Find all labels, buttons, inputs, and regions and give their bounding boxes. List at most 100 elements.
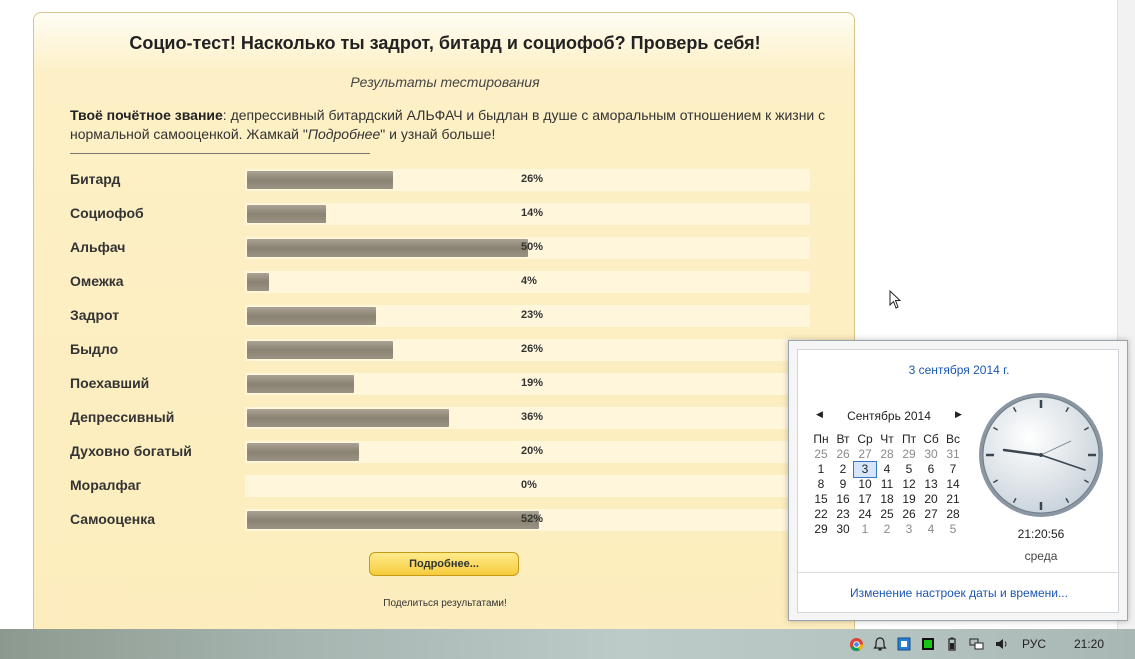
result-label: Задрот (70, 307, 120, 323)
calendar-day[interactable]: 24 (854, 507, 876, 522)
chrome-icon[interactable] (849, 637, 864, 652)
calendar-day[interactable]: 30 (832, 522, 854, 537)
calendar-day[interactable]: 14 (942, 477, 964, 492)
result-row: Самооценка 52% (70, 509, 810, 531)
weekday-name: Ср (857, 432, 873, 446)
calendar-day[interactable]: 4 (876, 462, 898, 477)
result-percent: 50% (521, 241, 544, 253)
calendar-day[interactable]: 2 (832, 462, 854, 477)
calendar-day-today[interactable]: 3 (853, 461, 877, 478)
result-label: Духовно богатый (70, 443, 192, 459)
calendar-day[interactable]: 27 (854, 447, 876, 462)
share-text[interactable]: Поделиться результатами! (34, 598, 856, 609)
calendar-day[interactable]: 25 (876, 507, 898, 522)
result-bar-fill (247, 375, 354, 393)
weekday-name: Вс (945, 432, 960, 446)
result-bar-fill (247, 239, 528, 257)
calendar-day[interactable]: 31 (942, 447, 964, 462)
calendar-day[interactable]: 1 (810, 462, 832, 477)
network-adapter-icon[interactable] (897, 637, 911, 651)
calendar-day[interactable]: 4 (920, 522, 942, 537)
result-bar-fill (247, 511, 539, 529)
analog-clock (979, 393, 1103, 517)
language-indicator[interactable]: РУС (1022, 637, 1046, 651)
result-bar-fill (247, 205, 326, 223)
calendar-day[interactable]: 19 (898, 492, 920, 507)
battery-icon[interactable] (945, 637, 959, 651)
result-bar-track: 52% (245, 509, 810, 531)
result-percent: 52% (521, 513, 544, 525)
result-label: Депрессивный (70, 409, 175, 425)
weekday-name: Пн (813, 432, 829, 446)
calendar-day[interactable]: 26 (832, 447, 854, 462)
calendar-day[interactable]: 21 (942, 492, 964, 507)
result-label: Самооценка (70, 511, 155, 527)
calendar-day[interactable]: 25 (810, 447, 832, 462)
calendar-day[interactable]: 9 (832, 477, 854, 492)
volume-icon[interactable] (995, 637, 1009, 651)
result-bar-track: 0% (245, 475, 810, 497)
result-bar-fill (247, 307, 376, 325)
calendar-day[interactable]: 29 (810, 522, 832, 537)
calendar-day[interactable]: 22 (810, 507, 832, 522)
calendar-day[interactable]: 15 (810, 492, 832, 507)
calendar-day[interactable]: 23 (832, 507, 854, 522)
calendar-day[interactable]: 5 (898, 462, 920, 477)
divider (70, 153, 370, 154)
calendar-day[interactable]: 12 (898, 477, 920, 492)
calendar-day[interactable]: 3 (898, 522, 920, 537)
month-label[interactable]: Сентябрь 2014 (834, 409, 944, 423)
result-percent: 36% (521, 411, 544, 423)
rank-description: Твоё почётное звание: депрессивный битар… (70, 106, 830, 144)
calendar-week: 15 16 17 18 19 20 21 (810, 492, 966, 507)
next-month-button[interactable]: ▶ (955, 409, 962, 420)
calendar-day[interactable]: 28 (876, 447, 898, 462)
result-percent: 23% (521, 309, 544, 321)
calendar-day[interactable]: 5 (942, 522, 964, 537)
calendar-day[interactable]: 20 (920, 492, 942, 507)
change-datetime-settings-link[interactable]: Изменение настроек даты и времени... (798, 586, 1120, 600)
calendar-day[interactable]: 1 (854, 522, 876, 537)
result-bar-track: 26% (245, 339, 810, 361)
calendar-day[interactable]: 7 (942, 462, 964, 477)
calendar-week: 1234567 (810, 461, 966, 478)
calendar-day[interactable]: 16 (832, 492, 854, 507)
calendar-day[interactable]: 29 (898, 447, 920, 462)
calendar-day[interactable]: 13 (920, 477, 942, 492)
current-date-link[interactable]: 3 сентября 2014 г. (798, 363, 1120, 377)
result-bar-fill (247, 341, 393, 359)
result-label: Битард (70, 171, 121, 187)
calendar-day[interactable]: 10 (854, 477, 876, 492)
weekday-header: Пн Вт Ср Чт Пт Сб Вс (810, 432, 966, 447)
result-label: Моралфаг (70, 477, 142, 493)
calendar-day[interactable]: 30 (920, 447, 942, 462)
calendar-day[interactable]: 26 (898, 507, 920, 522)
result-row: Задрот 23% (70, 305, 810, 327)
calendar-day[interactable]: 8 (810, 477, 832, 492)
rank-tail: " и узнай больше! (380, 126, 496, 142)
calendar-day[interactable]: 18 (876, 492, 898, 507)
calendar-week: 25 26 27 28 29 30 31 (810, 447, 966, 462)
result-label: Альфач (70, 239, 126, 255)
calendar-day[interactable]: 27 (920, 507, 942, 522)
result-percent: 26% (521, 343, 544, 355)
green-app-icon[interactable] (921, 637, 935, 651)
calendar-day[interactable]: 11 (876, 477, 898, 492)
result-percent: 20% (521, 445, 544, 457)
result-bar-track: 4% (245, 271, 810, 293)
calendar-day[interactable]: 6 (920, 462, 942, 477)
calendar-week: 8 9 10 11 12 13 14 (810, 477, 966, 492)
notification-bell-icon[interactable] (873, 637, 887, 651)
weekday-name: Чт (880, 432, 894, 446)
calendar-day[interactable]: 17 (854, 492, 876, 507)
weekday-label: среда (1024, 549, 1058, 563)
more-button[interactable]: Подробнее... (369, 552, 519, 576)
previous-month-button[interactable]: ◀ (816, 409, 823, 420)
result-label: Социофоб (70, 205, 144, 221)
result-row: Поехавший 19% (70, 373, 810, 395)
taskbar-clock[interactable]: 21:20 (1074, 637, 1104, 651)
network-icon[interactable] (969, 637, 984, 651)
calendar-day[interactable]: 2 (876, 522, 898, 537)
result-bar-track: 23% (245, 305, 810, 327)
calendar-day[interactable]: 28 (942, 507, 964, 522)
